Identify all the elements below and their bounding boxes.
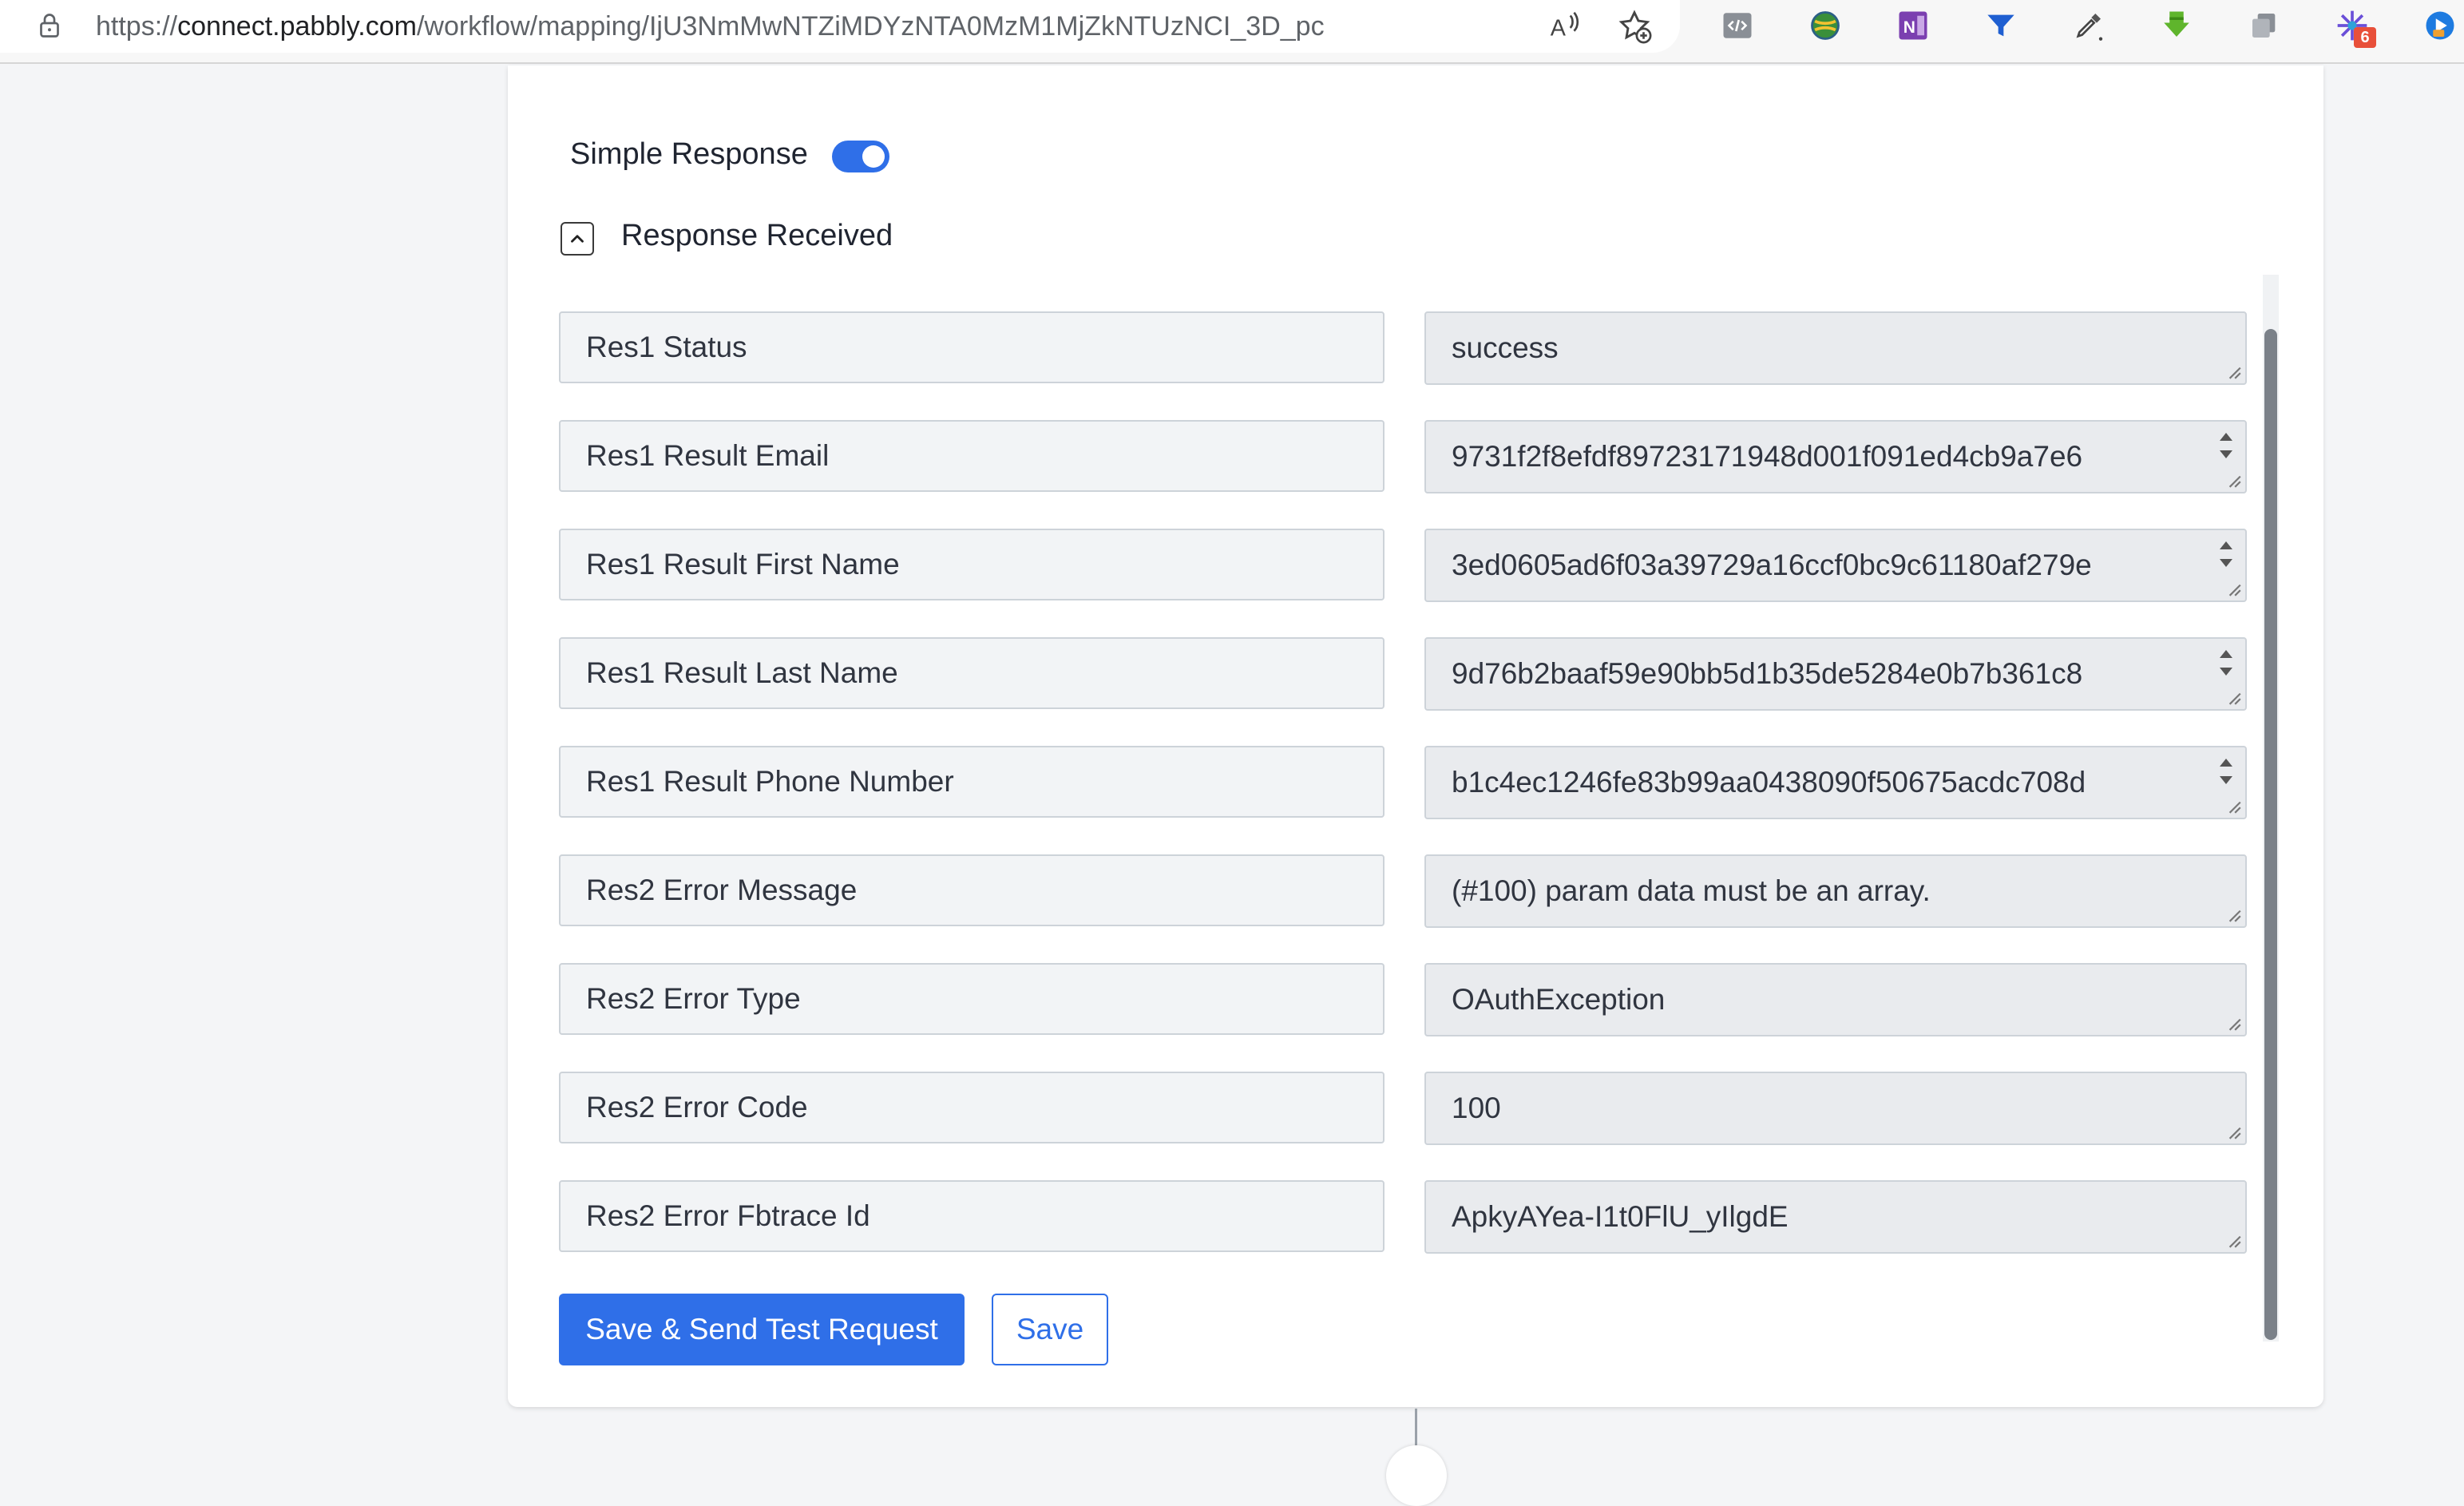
dev-tools-icon[interactable] [1718,6,1757,45]
collapse-response-button[interactable] [561,222,594,256]
url-prefix: https:// [96,11,178,42]
svg-text:A: A [1551,16,1567,42]
funnel-extension-icon[interactable] [1982,6,2020,45]
response-row: Res2 Error Message (#100) param data must… [559,854,2247,928]
save-send-test-button[interactable]: Save & Send Test Request [559,1294,965,1365]
field-value[interactable]: (#100) param data must be an array. [1424,854,2247,928]
resize-handle-icon[interactable] [2224,797,2242,814]
response-row: Res1 Status success [559,311,2247,385]
field-value[interactable]: ApkyAYea-I1t0FlU_yIlgdE [1424,1180,2247,1254]
simple-response-label: Simple Response [570,137,808,171]
address-bar[interactable]: https://connect.pabbly.com/workflow/mapp… [0,0,1680,53]
resize-handle-icon[interactable] [2224,906,2242,923]
field-value[interactable]: 9d76b2baaf59e90bb5d1b35de5284e0b7b361c8 [1424,637,2247,711]
response-row: Res2 Error Fbtrace Id ApkyAYea-I1t0FlU_yI… [559,1180,2247,1254]
field-value-text: b1c4ec1246fe83b99aa0438090f50675acdc708d [1452,766,2086,799]
copy-extension-icon[interactable] [2245,6,2284,45]
url-text[interactable]: https://connect.pabbly.com/workflow/mapp… [96,8,1325,45]
field-value[interactable]: success [1424,311,2247,385]
field-label[interactable]: Res1 Result First Name [559,529,1385,600]
response-row: Res1 Result First Name 3ed0605ad6f03a3972… [559,529,2247,602]
url-path: /workflow/mapping/IjU3NmMwNTZiMDYzNTA0Mz… [416,11,1325,42]
eyedropper-icon[interactable] [2070,6,2108,45]
scroll-spinner-icon[interactable] [2216,428,2236,463]
field-label[interactable]: Res1 Result Email [559,420,1385,492]
add-favorite-icon[interactable] [1616,8,1653,45]
field-label[interactable]: Res2 Error Type [559,963,1385,1035]
toggle-knob [862,145,885,168]
scrollbar-thumb[interactable] [2264,329,2277,1340]
response-card: Simple Response Response Received Res1 S… [508,65,2323,1407]
simple-response-toggle[interactable] [832,141,889,172]
resize-handle-icon[interactable] [2224,580,2242,597]
field-value-text: success [1452,331,1559,364]
resize-handle-icon[interactable] [2224,363,2242,380]
field-value-text: 9d76b2baaf59e90bb5d1b35de5284e0b7b361c8 [1452,657,2083,690]
field-value[interactable]: 100 [1424,1072,2247,1145]
response-received-label: Response Received [621,219,893,252]
response-row: Res1 Result Phone Number b1c4ec1246fe83b9… [559,746,2247,819]
response-row: Res1 Result Email 9731f2f8efdf89723171948… [559,420,2247,493]
field-value-text: 9731f2f8efdf89723171948d001f091ed4cb9a7e… [1452,440,2083,473]
resize-handle-icon[interactable] [2224,471,2242,489]
resize-handle-icon[interactable] [2224,688,2242,706]
field-label[interactable]: Res2 Error Code [559,1072,1385,1143]
field-value-text: 100 [1452,1092,1501,1124]
globe-extension-icon[interactable] [1806,6,1844,45]
resize-handle-icon[interactable] [2224,1231,2242,1249]
response-row: Res2 Error Type OAuthException [559,963,2247,1036]
field-label[interactable]: Res1 Result Phone Number [559,746,1385,818]
scroll-spinner-icon[interactable] [2216,645,2236,680]
read-aloud-icon[interactable]: A [1546,8,1583,45]
scroll-spinner-icon[interactable] [2216,537,2236,572]
field-value-text: (#100) param data must be an array. [1452,874,1931,907]
profile-extension-icon[interactable] [2421,6,2459,45]
svg-text:N: N [1903,18,1915,37]
resize-handle-icon[interactable] [2224,1123,2242,1140]
field-label[interactable]: Res1 Result Last Name [559,637,1385,709]
scroll-spinner-icon[interactable] [2216,754,2236,789]
response-row: Res2 Error Code 100 [559,1072,2247,1145]
field-value[interactable]: 3ed0605ad6f03a39729a16ccf0bc9c61180af279… [1424,529,2247,602]
field-label[interactable]: Res2 Error Fbtrace Id [559,1180,1385,1252]
field-value[interactable]: OAuthException [1424,963,2247,1036]
extension-badge: 6 [2354,27,2376,48]
field-value-text: ApkyAYea-I1t0FlU_yIlgdE [1452,1200,1789,1233]
onenote-icon[interactable]: N [1894,6,1932,45]
field-value-text: OAuthException [1452,983,1666,1016]
puzzle-spark-icon[interactable]: 6 [2333,6,2376,48]
resize-handle-icon[interactable] [2224,1014,2242,1032]
browser-toolbar: https://connect.pabbly.com/workflow/mapp… [0,0,2464,64]
field-label[interactable]: Res2 Error Message [559,854,1385,926]
field-value[interactable]: 9731f2f8efdf89723171948d001f091ed4cb9a7e… [1424,420,2247,493]
field-value-text: 3ed0605ad6f03a39729a16ccf0bc9c61180af279… [1452,549,2092,581]
save-button[interactable]: Save [992,1294,1108,1365]
lock-icon[interactable] [35,11,64,40]
url-host: connect.pabbly.com [177,11,417,42]
chevron-up-icon [571,235,584,243]
workflow-connector-node[interactable] [1386,1445,1447,1506]
response-row: Res1 Result Last Name 9d76b2baaf59e90bb5d… [559,637,2247,711]
field-value[interactable]: b1c4ec1246fe83b99aa0438090f50675acdc708d [1424,746,2247,819]
download-arrow-icon[interactable] [2157,6,2196,45]
field-label[interactable]: Res1 Status [559,311,1385,383]
